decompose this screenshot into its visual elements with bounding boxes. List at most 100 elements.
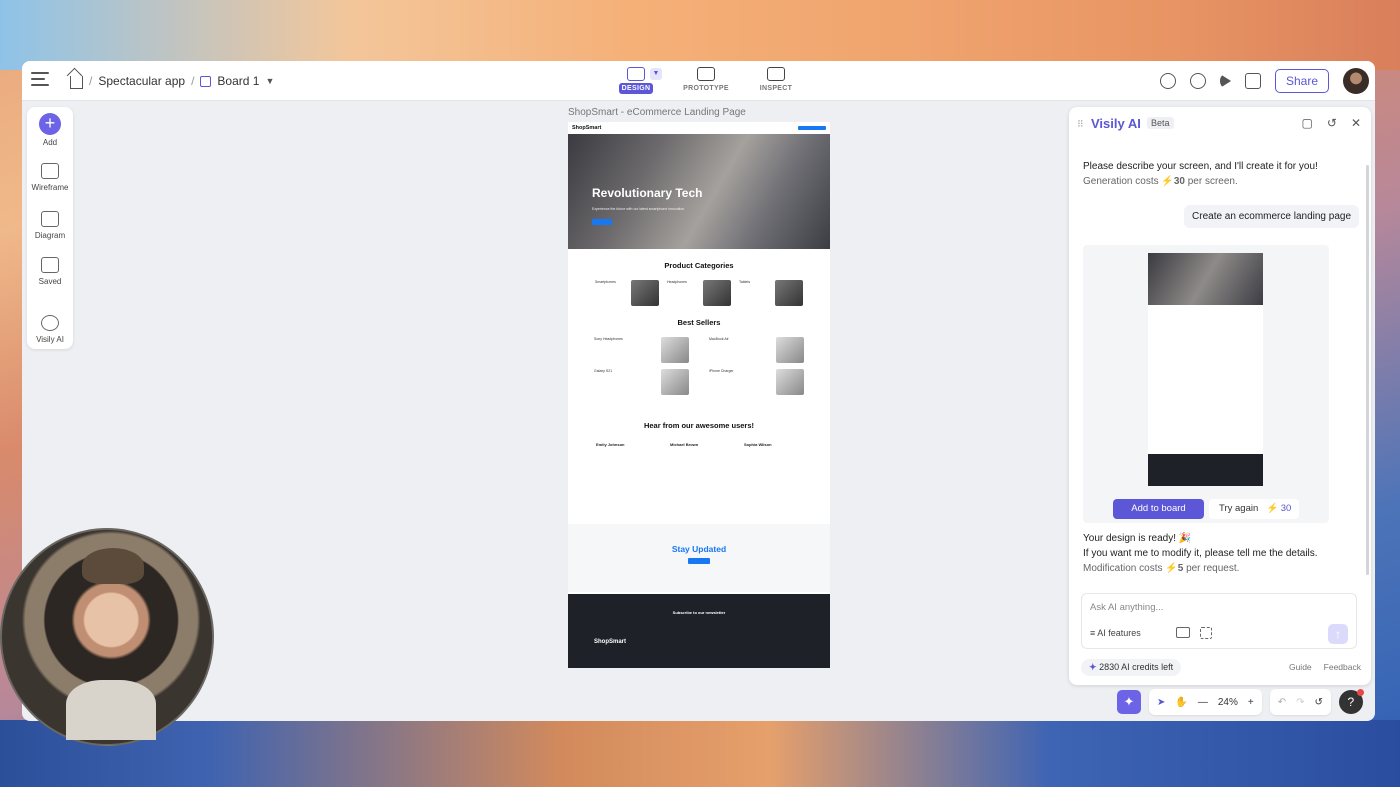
history-icon[interactable]: ↺ [1327, 116, 1337, 130]
try-again-label: Try again [1219, 503, 1259, 514]
bestseller-item: Sony Headphones [594, 337, 689, 363]
breadcrumb-project[interactable]: Spectacular app [98, 74, 185, 88]
cost-prefix: Modification costs [1083, 563, 1163, 574]
scrollbar[interactable] [1366, 165, 1369, 575]
artboard-hero: Revolutionary Tech Experience the future… [568, 134, 830, 249]
drag-handle-icon[interactable]: ⠿ [1077, 119, 1084, 130]
hero-subtitle: Experience the future with our latest sm… [592, 207, 686, 211]
ai-sparkle-button[interactable]: ✦ [1117, 690, 1141, 714]
category-card: Tablets [739, 280, 803, 306]
help-button[interactable]: ? [1338, 689, 1364, 714]
guide-link[interactable]: Guide [1289, 662, 1312, 672]
bestseller-image [661, 369, 689, 395]
wireframe-icon [41, 163, 59, 179]
comment-icon[interactable] [1189, 73, 1206, 89]
menu-icon[interactable] [31, 72, 49, 88]
bestseller-item: MacBook Air [709, 337, 804, 363]
ai-message-text: Please describe your screen, and I'll cr… [1083, 161, 1318, 172]
breadcrumb-separator: / [89, 74, 93, 88]
design-preview[interactable]: Add to board Try again ⚡ 30 [1083, 245, 1329, 523]
artboard-nav: ShopSmart [568, 122, 830, 134]
diagram-icon [41, 211, 59, 227]
ai-input-placeholder[interactable]: Ask AI anything... [1090, 602, 1163, 613]
bestseller-image [776, 337, 804, 363]
try-again-cost: 30 [1280, 503, 1292, 514]
hero-title: Revolutionary Tech [592, 186, 703, 200]
history-icon[interactable]: ↺ [1314, 697, 1322, 708]
board-icon [200, 75, 212, 87]
redo-icon[interactable]: ↷ [1296, 697, 1304, 708]
zoom-in-button[interactable]: + [1248, 697, 1254, 708]
history-controls: ↶ ↷ ↺ [1269, 689, 1331, 715]
share-button[interactable]: Share [1274, 69, 1329, 93]
footer-logo: ShopSmart [594, 639, 627, 645]
category-name: Tablets [739, 280, 751, 284]
category-image [775, 280, 803, 306]
select-area-icon[interactable] [1200, 627, 1212, 639]
app-window: / Spectacular app / Board 1 ▼ DESIGN PRO… [22, 61, 1375, 721]
tab-inspect[interactable]: INSPECT [752, 65, 800, 92]
category-name: Smartphones [595, 280, 616, 284]
category-row: Smartphones Headphones Tablets [568, 280, 830, 306]
bestseller-image [661, 337, 689, 363]
left-toolbar: + Add Wireframe Diagram Saved Visily AI [27, 107, 73, 349]
ai-input-box[interactable]: Ask AI anything... ≡ AI features ↑ [1081, 593, 1357, 649]
testimonial: Michael Brown [670, 442, 728, 447]
toolbar-right: Share [1159, 68, 1369, 94]
tool-label: Visily AI [36, 335, 64, 344]
bestsellers-title: Best Sellers [677, 318, 721, 327]
send-button[interactable]: ↑ [1328, 624, 1348, 644]
category-card: Headphones [667, 280, 731, 306]
category-name: Headphones [667, 280, 687, 284]
breadcrumb-board[interactable]: Board 1 [217, 74, 259, 88]
webcam-overlay [0, 528, 214, 746]
board-title[interactable]: ShopSmart - eCommerce Landing Page [568, 107, 746, 118]
add-tool[interactable]: + Add [27, 113, 73, 147]
feedback-link[interactable]: Feedback [1324, 662, 1361, 672]
cost-value: 5 [1177, 563, 1184, 574]
artboard[interactable]: ShopSmart Revolutionary Tech Experience … [568, 122, 830, 668]
artboard-signup-button [798, 126, 826, 130]
chevron-down-icon[interactable]: ▼ [265, 76, 274, 86]
testimonial-author: Emily Johnson [596, 442, 625, 447]
add-to-board-button[interactable]: Add to board [1113, 499, 1204, 519]
undo-icon[interactable]: ↶ [1278, 697, 1286, 708]
mode-switcher: DESIGN PROTOTYPE INSPECT [612, 65, 800, 94]
wireframe-tool[interactable]: Wireframe [27, 163, 73, 192]
saved-icon [41, 257, 59, 273]
hand-icon[interactable]: ✋ [1175, 697, 1187, 708]
ai-panel: ⠿ Visily AI Beta ▢ ↺ ✕ Please describe y… [1069, 107, 1371, 685]
bestseller-grid: Sony Headphones MacBook Air Galaxy S21 i… [568, 327, 830, 395]
close-icon[interactable]: ✕ [1351, 116, 1361, 130]
modify-text: If you want me to modify it, please tell… [1083, 548, 1318, 559]
avatar[interactable] [1343, 68, 1369, 94]
generation-cost: Generation costs ⚡30 per screen. [1083, 174, 1318, 189]
new-chat-icon[interactable]: ▢ [1302, 116, 1313, 130]
search-icon[interactable] [1159, 73, 1176, 89]
try-again-button[interactable]: Try again ⚡ 30 [1209, 499, 1299, 519]
chevron-down-icon[interactable]: ▼ [650, 68, 662, 80]
tab-prototype[interactable]: PROTOTYPE [682, 65, 730, 92]
home-icon[interactable] [70, 76, 83, 89]
diagram-tool[interactable]: Diagram [27, 211, 73, 240]
ai-features-button[interactable]: ≡ AI features [1090, 628, 1141, 638]
image-icon[interactable] [1176, 627, 1190, 638]
bolt-icon: ⚡ [1161, 176, 1174, 187]
zoom-level[interactable]: 24% [1218, 697, 1238, 708]
download-icon[interactable] [1244, 73, 1261, 89]
breadcrumb: / Spectacular app / Board 1 ▼ [70, 73, 274, 89]
zoom-out-button[interactable]: — [1198, 697, 1208, 708]
visily-ai-tool[interactable]: Visily AI [27, 315, 73, 344]
play-icon[interactable] [1219, 74, 1231, 88]
plus-icon: + [39, 113, 61, 135]
saved-tool[interactable]: Saved [27, 257, 73, 286]
newsletter-section: Stay Updated [568, 524, 830, 592]
cost-value: 30 [1173, 176, 1185, 187]
beta-badge: Beta [1147, 117, 1174, 129]
bestseller-item: Galaxy S21 [594, 369, 689, 395]
testimonial-author: Sophia Wilson [744, 442, 772, 447]
pointer-icon[interactable]: ➤ [1157, 697, 1165, 708]
user-message: Create an ecommerce landing page [1184, 205, 1359, 228]
desktop-wallpaper-top [0, 0, 1400, 70]
tool-label: Wireframe [31, 183, 69, 192]
